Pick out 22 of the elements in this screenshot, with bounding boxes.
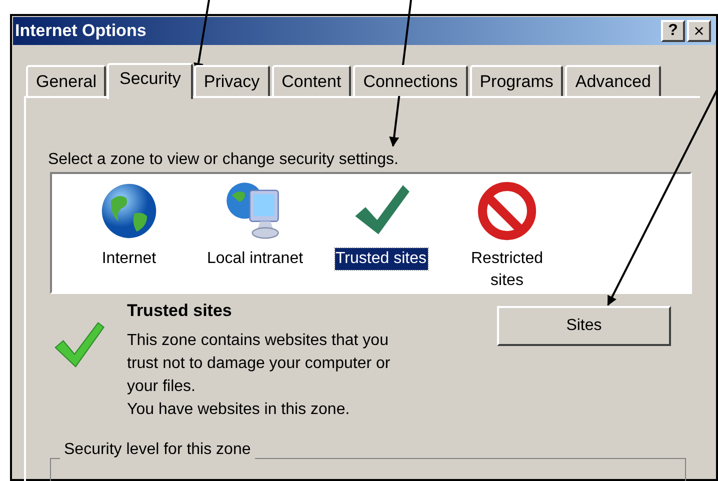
tab[interactable]: Privacy bbox=[194, 65, 270, 96]
zone-prompt: Select a zone to view or change security settings. bbox=[48, 150, 398, 170]
zone-item[interactable]: Restricted sites bbox=[452, 248, 562, 292]
zone-description: This zone contains websites that you trust not to damage your computer or your files. bbox=[127, 331, 392, 397]
sites-button[interactable]: Sites bbox=[497, 306, 671, 346]
zone-list[interactable]: Internet Local intranet Trusted sites Restricted sites bbox=[50, 172, 692, 294]
zone-item[interactable]: Local intranet bbox=[200, 248, 310, 270]
group-legend: Security level for this zone bbox=[64, 441, 251, 458]
tab[interactable]: Content bbox=[272, 65, 352, 96]
zone-item[interactable]: Internet bbox=[74, 248, 184, 270]
tab[interactable]: Connections bbox=[353, 65, 468, 96]
close-button[interactable]: × bbox=[687, 20, 711, 42]
zone-item[interactable]: Trusted sites bbox=[334, 248, 428, 270]
tab[interactable]: Programs bbox=[470, 65, 564, 96]
tab[interactable]: Advanced bbox=[565, 65, 662, 96]
no-entry-icon bbox=[476, 180, 538, 242]
tab[interactable]: General bbox=[26, 65, 106, 96]
zone-status: You have websites in this zone. bbox=[127, 400, 351, 420]
zone-title: Trusted sites bbox=[127, 300, 233, 322]
help-button[interactable]: ? bbox=[661, 20, 685, 42]
tab[interactable]: Security bbox=[107, 63, 193, 99]
window-title: Internet Options bbox=[15, 20, 146, 42]
